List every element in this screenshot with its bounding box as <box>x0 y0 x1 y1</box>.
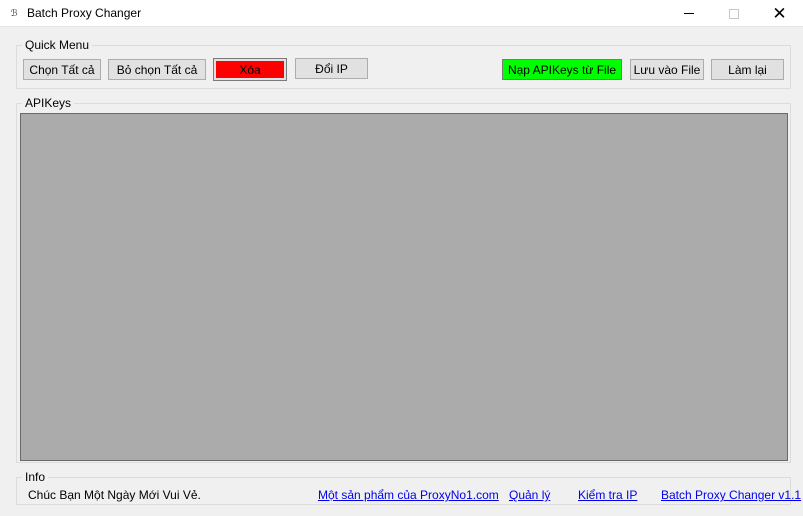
greeting-text: Chúc Bạn Một Ngày Mới Vui Vẻ. <box>28 488 201 502</box>
close-icon: ✕ <box>772 4 787 23</box>
change-ip-button[interactable]: Đổi IP <box>295 58 368 79</box>
quick-menu-title: Quick Menu <box>22 38 93 52</box>
minimize-button[interactable] <box>666 0 711 27</box>
close-button[interactable]: ✕ <box>757 0 802 27</box>
product-link[interactable]: Một sản phẩm của ProxyNo1.com <box>318 488 499 502</box>
maximize-button[interactable] <box>711 0 756 27</box>
delete-button-label: Xóa <box>216 61 284 78</box>
manage-link[interactable]: Quản lý <box>509 488 550 502</box>
quick-menu-group: Quick Menu Chọn Tất cả Bỏ chọn Tất cả Xó… <box>16 38 791 89</box>
app-icon: ℬ <box>10 8 18 18</box>
load-apikeys-button[interactable]: Nạp APIKeys từ File <box>502 59 622 80</box>
info-title: Info <box>22 470 49 484</box>
maximize-icon <box>728 8 739 19</box>
apikeys-group: APIKeys <box>16 96 791 463</box>
apikeys-title: APIKeys <box>22 96 75 110</box>
title-bar: ℬ Batch Proxy Changer ✕ <box>0 0 803 27</box>
deselect-all-button[interactable]: Bỏ chọn Tất cả <box>108 59 206 80</box>
reset-button[interactable]: Làm lại <box>711 59 784 80</box>
select-all-button[interactable]: Chọn Tất cả <box>23 59 101 80</box>
save-file-button[interactable]: Lưu vào File <box>630 59 704 80</box>
check-ip-link[interactable]: Kiểm tra IP <box>578 488 637 502</box>
window-title: Batch Proxy Changer <box>27 6 142 20</box>
delete-button[interactable]: Xóa <box>213 58 287 81</box>
apikeys-list[interactable] <box>20 113 788 461</box>
info-group: Info Chúc Bạn Một Ngày Mới Vui Vẻ. Một s… <box>16 470 801 505</box>
version-link[interactable]: Batch Proxy Changer v1.1 <box>661 488 801 502</box>
minimize-icon <box>683 13 694 14</box>
